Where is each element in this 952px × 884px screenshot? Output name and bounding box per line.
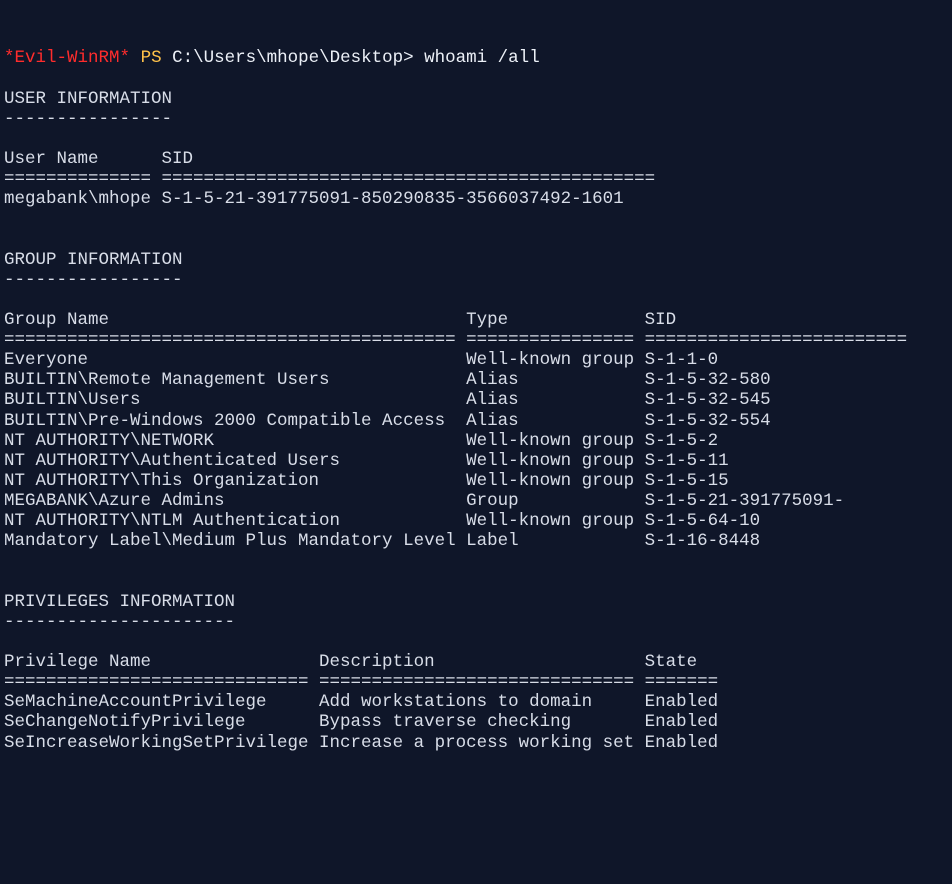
prompt-star2: * xyxy=(120,48,131,68)
user-col-hdr: User Name SID xyxy=(4,149,193,169)
terminal-window: *Evil-WinRM* PS C:\Users\mhope\Desktop> … xyxy=(0,40,952,763)
group-row-4: NT AUTHORITY\NETWORK Well-known group S-… xyxy=(4,431,718,451)
priv-row-1: SeChangeNotifyPrivilege Bypass traverse … xyxy=(4,712,718,732)
group-row-9: Mandatory Label\Medium Plus Mandatory Le… xyxy=(4,531,760,551)
priv-info-underline: ---------------------- xyxy=(4,612,235,632)
user-row: megabank\mhope S-1-5-21-391775091-850290… xyxy=(4,189,624,209)
group-row-1: BUILTIN\Remote Management Users Alias S-… xyxy=(4,370,771,390)
group-row-5: NT AUTHORITY\Authenticated Users Well-kn… xyxy=(4,451,729,471)
prompt-ps: PS xyxy=(141,48,162,68)
priv-row-2: SeIncreaseWorkingSetPrivilege Increase a… xyxy=(4,733,718,753)
group-info-header: GROUP INFORMATION xyxy=(4,250,183,270)
user-col-rule: ============== =========================… xyxy=(4,169,655,189)
group-row-0: Everyone Well-known group S-1-1-0 xyxy=(4,350,718,370)
priv-info-header: PRIVILEGES INFORMATION xyxy=(4,592,235,612)
group-row-7: MEGABANK\Azure Admins Group S-1-5-21-391… xyxy=(4,491,844,511)
priv-row-0: SeMachineAccountPrivilege Add workstatio… xyxy=(4,692,718,712)
user-info-underline: ---------------- xyxy=(4,109,172,129)
prompt-star: * xyxy=(4,48,15,68)
group-row-6: NT AUTHORITY\This Organization Well-know… xyxy=(4,471,729,491)
terminal-output: *Evil-WinRM* PS C:\Users\mhope\Desktop> … xyxy=(4,48,948,752)
group-row-2: BUILTIN\Users Alias S-1-5-32-545 xyxy=(4,390,771,410)
group-col-rule: ========================================… xyxy=(4,330,907,350)
priv-col-hdr: Privilege Name Description State xyxy=(4,652,697,672)
command-input[interactable]: whoami /all xyxy=(424,48,540,68)
group-row-3: BUILTIN\Pre-Windows 2000 Compatible Acce… xyxy=(4,411,771,431)
group-col-hdr: Group Name Type SID xyxy=(4,310,676,330)
group-info-underline: ----------------- xyxy=(4,270,183,290)
group-row-8: NT AUTHORITY\NTLM Authentication Well-kn… xyxy=(4,511,760,531)
user-info-header: USER INFORMATION xyxy=(4,89,172,109)
prompt-path: C:\Users\mhope\Desktop> xyxy=(172,48,414,68)
priv-col-rule: ============================= ==========… xyxy=(4,672,718,692)
prompt-tool: Evil-WinRM xyxy=(15,48,120,68)
